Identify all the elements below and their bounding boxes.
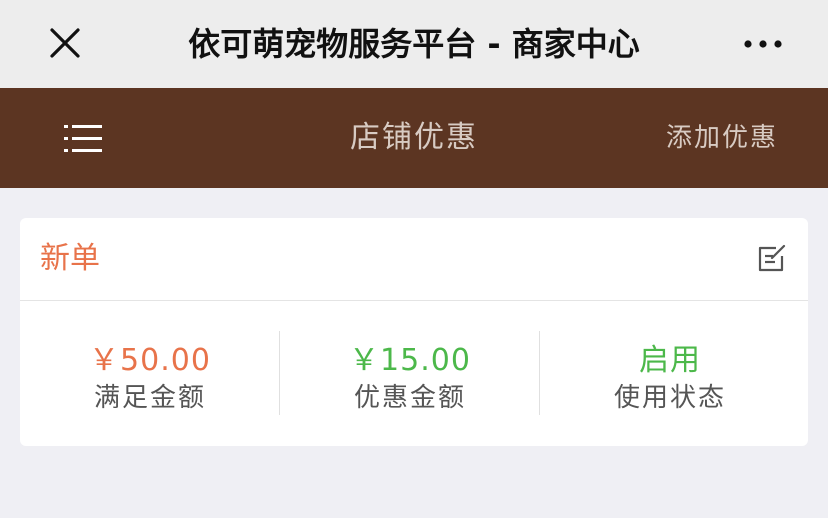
coupon-card-header: 新单 (20, 218, 808, 301)
min-amount-label: 满足金额 (93, 383, 206, 413)
add-discount-button[interactable]: 添加优惠 (666, 88, 778, 188)
menu-list-icon[interactable] (62, 122, 106, 156)
discount-stat: ￥15.00 优惠金额 (280, 301, 540, 446)
more-dots-icon[interactable] (738, 30, 788, 58)
coupon-name: 新单 (40, 241, 100, 276)
coupon-stats: ￥50.00 满足金额 ￥15.00 优惠金额 启用 使用状态 (20, 301, 808, 446)
coupon-card: 新单 ￥50.00 满足金额 ￥15.00 优惠金额 启用 使用状态 (20, 218, 808, 446)
edit-icon[interactable] (756, 244, 786, 274)
status-value: 启用 (639, 343, 701, 378)
discount-value: ￥15.00 (349, 343, 471, 378)
window-title: 依可萌宠物服务平台 - 商家中心 (188, 25, 640, 63)
status-stat: 启用 使用状态 (540, 301, 800, 446)
status-label: 使用状态 (613, 383, 726, 413)
close-icon[interactable] (44, 22, 86, 64)
discount-label: 优惠金额 (353, 383, 466, 413)
page-title: 店铺优惠 (350, 120, 478, 155)
min-amount-value: ￥50.00 (89, 343, 211, 378)
min-amount-stat: ￥50.00 满足金额 (20, 301, 280, 446)
window-topbar: 依可萌宠物服务平台 - 商家中心 (0, 0, 828, 88)
shop-navbar: 店铺优惠 添加优惠 (0, 88, 828, 188)
